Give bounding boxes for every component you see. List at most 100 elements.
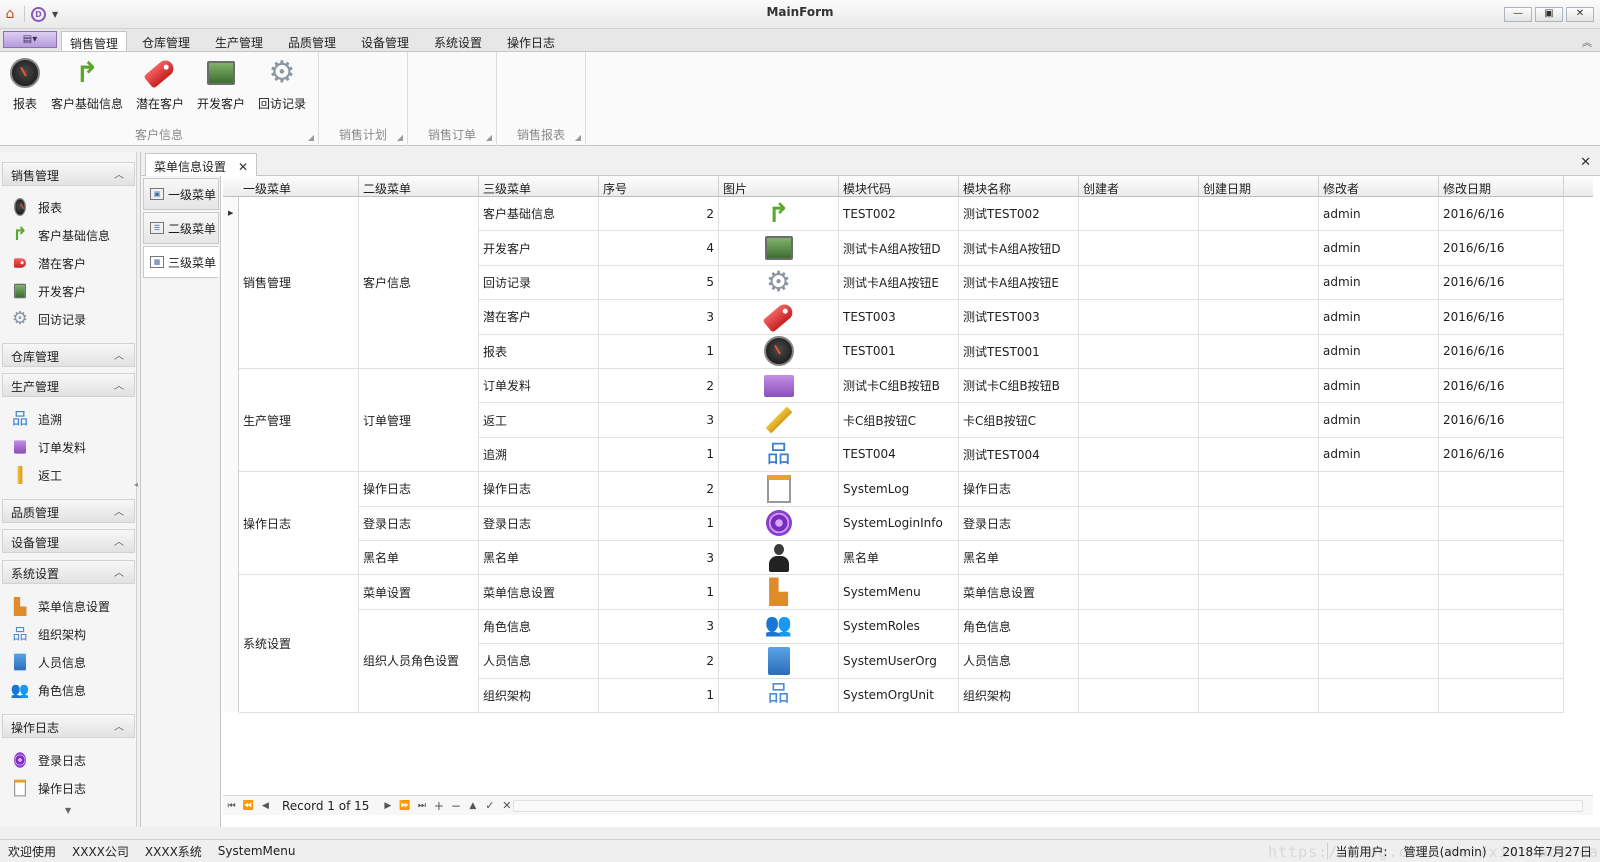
grid-cell-modified[interactable] (1439, 541, 1564, 576)
grid-cell-created[interactable] (1199, 300, 1319, 335)
grid-cell-name[interactable]: 菜单信息设置 (959, 575, 1079, 610)
delete-icon[interactable]: − (447, 799, 464, 813)
grid-cell-created[interactable] (1199, 334, 1319, 369)
grid-cell-name[interactable]: 测试卡A组A按钮D (959, 231, 1079, 266)
grid-cell-l3[interactable]: 开发客户 (479, 231, 599, 266)
column-header[interactable]: 修改日期 (1439, 176, 1564, 197)
grid-cell-creator[interactable] (1079, 300, 1199, 335)
grid-cell-created[interactable] (1199, 678, 1319, 713)
grid-cell-modifier[interactable] (1319, 678, 1439, 713)
group-launcher-icon[interactable]: ◢ (397, 133, 403, 142)
grid-cell-creator[interactable] (1079, 644, 1199, 679)
grid-cell-code[interactable]: SystemRoles (839, 609, 959, 645)
group-launcher-icon[interactable]: ◢ (486, 133, 492, 142)
grid-cell-level1[interactable]: 操作日志 (239, 472, 359, 576)
grid-cell-l3[interactable]: 客户基础信息 (479, 197, 599, 232)
grid-cell-image[interactable] (719, 369, 839, 404)
grid-cell-creator[interactable] (1079, 403, 1199, 438)
grid-cell-seq[interactable]: 2 (599, 472, 719, 507)
grid-cell-created[interactable] (1199, 369, 1319, 404)
grid-cell-modifier[interactable] (1319, 609, 1439, 645)
grid-cell-image[interactable] (719, 541, 839, 576)
grid-cell-name[interactable]: 角色信息 (959, 609, 1079, 645)
horizontal-scrollbar[interactable] (513, 800, 1583, 812)
nav-item-customer-base-info[interactable]: ↱ 客户基础信息 (10, 224, 110, 246)
ribbon-collapse-icon[interactable]: ︽ (1582, 34, 1592, 49)
grid-cell-modified[interactable]: 2016/6/16 (1439, 197, 1564, 232)
nav-group-system-settings[interactable]: 系统设置 ︿ (2, 560, 135, 584)
grid-cell-level2[interactable]: 组织人员角色设置 (359, 609, 479, 713)
grid-cell-image[interactable] (719, 334, 839, 369)
nav-scroll-down[interactable]: ▼ (10, 804, 71, 816)
tab-system-settings[interactable]: 系统设置 (426, 31, 490, 51)
grid-cell-modified[interactable]: 2016/6/16 (1439, 300, 1564, 335)
grid-cell-image[interactable]: ▙ (719, 575, 839, 610)
grid-cell-code[interactable]: SystemLoginInfo (839, 506, 959, 541)
close-button[interactable]: ✕ (1566, 7, 1594, 22)
customer-base-info-button[interactable]: ↱ 客户基础信息 (51, 56, 123, 112)
grid-cell-level2[interactable]: 登录日志 (359, 506, 479, 541)
grid-cell-l3[interactable]: 角色信息 (479, 609, 599, 645)
grid-cell-level2[interactable]: 操作日志 (359, 472, 479, 507)
application-menu-button[interactable]: ▤▾ (3, 31, 57, 48)
grid-cell-name[interactable]: 测试TEST002 (959, 197, 1079, 232)
nav-group-equipment[interactable]: 设备管理 ︿ (2, 529, 135, 553)
grid-cell-l3[interactable]: 返工 (479, 403, 599, 438)
grid-cell-creator[interactable] (1079, 197, 1199, 232)
grid-cell-creator[interactable] (1079, 506, 1199, 541)
group-launcher-icon[interactable]: ◢ (308, 133, 314, 142)
grid-cell-image[interactable]: ↱ (719, 197, 839, 232)
nav-item-develop-customer[interactable]: 开发客户 (10, 280, 86, 302)
grid-cell-creator[interactable] (1079, 437, 1199, 473)
grid-cell-image[interactable] (719, 472, 839, 507)
tab-warehouse[interactable]: 仓库管理 (134, 31, 198, 51)
grid-cell-seq[interactable]: 3 (599, 403, 719, 438)
grid-cell-modifier[interactable] (1319, 575, 1439, 610)
nav-item-trace[interactable]: 品 追溯 (10, 408, 62, 430)
grid-cell-modified[interactable] (1439, 644, 1564, 679)
grid-cell-code[interactable]: TEST002 (839, 197, 959, 232)
potential-customer-button[interactable]: 潜在客户 (136, 56, 184, 112)
grid-cell-seq[interactable]: 1 (599, 334, 719, 369)
grid-cell-name[interactable]: 测试卡C组B按钮B (959, 369, 1079, 404)
column-header[interactable]: 三级菜单 (479, 176, 599, 197)
grid-cell-creator[interactable] (1079, 575, 1199, 610)
grid-cell-modifier[interactable] (1319, 506, 1439, 541)
nav-group-warehouse[interactable]: 仓库管理 ︿ (2, 343, 135, 367)
report-button[interactable]: 报表 (8, 56, 42, 112)
grid-cell-code[interactable]: SystemUserOrg (839, 644, 959, 679)
edit-icon[interactable]: ▲ (464, 801, 481, 811)
grid-cell-creator[interactable] (1079, 678, 1199, 713)
grid-cell-modifier[interactable]: admin (1319, 265, 1439, 301)
grid-cell-created[interactable] (1199, 541, 1319, 576)
grid-cell-modified[interactable] (1439, 472, 1564, 507)
nav-group-production[interactable]: 生产管理 ︿ (2, 373, 135, 397)
grid-cell-name[interactable]: 测试TEST001 (959, 334, 1079, 369)
grid-cell-created[interactable] (1199, 197, 1319, 232)
grid-cell-modifier[interactable]: admin (1319, 369, 1439, 404)
grid-cell-image[interactable] (719, 231, 839, 266)
grid-cell-modifier[interactable]: admin (1319, 197, 1439, 232)
develop-customer-button[interactable]: 开发客户 (197, 56, 245, 112)
grid-cell-seq[interactable]: 3 (599, 300, 719, 335)
nav-item-report[interactable]: 报表 (10, 196, 62, 218)
prev-page-icon[interactable]: ⏪ (240, 801, 257, 811)
nav-group-operation-log[interactable]: 操作日志 ︿ (2, 714, 135, 738)
nav-item-role-info[interactable]: 👥 角色信息 (10, 679, 86, 701)
grid-cell-code[interactable]: TEST003 (839, 300, 959, 335)
grid-cell-modified[interactable] (1439, 506, 1564, 541)
grid-cell-modifier[interactable] (1319, 541, 1439, 576)
grid-cell-name[interactable]: 人员信息 (959, 644, 1079, 679)
grid-cell-l3[interactable]: 菜单信息设置 (479, 575, 599, 610)
grid-cell-modified[interactable]: 2016/6/16 (1439, 265, 1564, 301)
grid-cell-created[interactable] (1199, 609, 1319, 645)
first-record-icon[interactable]: ⏮ (223, 801, 240, 811)
grid-cell-creator[interactable] (1079, 334, 1199, 369)
grid-cell-creator[interactable] (1079, 541, 1199, 576)
document-tab-menu-settings[interactable]: 菜单信息设置 ✕ (145, 153, 258, 177)
visit-record-button[interactable]: ⚙ 回访记录 (258, 56, 306, 112)
grid-cell-l3[interactable]: 操作日志 (479, 472, 599, 507)
grid-cell-name[interactable]: 登录日志 (959, 506, 1079, 541)
grid-cell-code[interactable]: SystemLog (839, 472, 959, 507)
column-header[interactable]: 一级菜单 (239, 176, 359, 197)
